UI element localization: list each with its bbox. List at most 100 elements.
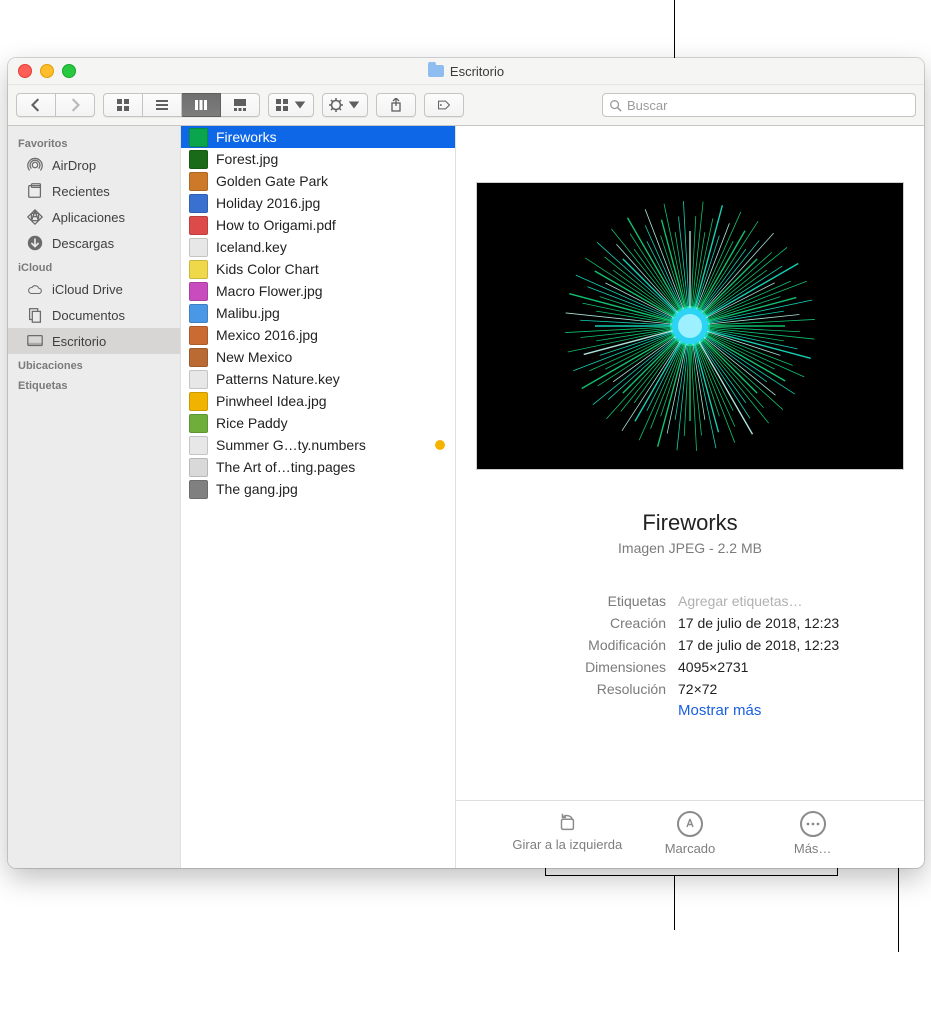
sidebar: FavoritosAirDrop Recientes AAplicaciones De… [8,126,181,868]
sidebar-item-recientes[interactable]: Recientes [8,178,180,204]
share-button[interactable] [376,93,416,117]
file-thumbnail-icon [189,348,208,367]
file-name: Iceland.key [216,239,287,255]
preview-thumbnail-area [456,126,924,470]
sidebar-header: Favoritos [8,132,180,152]
tags-button[interactable] [424,93,464,117]
sidebar-item-descargas[interactable]: Descargas [8,230,180,256]
file-thumbnail-icon [189,458,208,477]
file-thumbnail-icon [189,172,208,191]
file-row[interactable]: The Art of…ting.pages [181,456,455,478]
meta-label-created: Creación [466,612,666,634]
file-thumbnail-icon [189,436,208,455]
file-row[interactable]: Iceland.key [181,236,455,258]
file-row[interactable]: Macro Flower.jpg [181,280,455,302]
search-icon [609,99,622,112]
file-row[interactable]: Fireworks [181,126,455,148]
file-row[interactable]: Malibu.jpg [181,302,455,324]
downloads-icon [26,234,44,252]
search-field[interactable]: Buscar [602,93,916,117]
sidebar-item-label: Recientes [52,184,110,199]
cloud-icon [26,280,44,298]
sidebar-item-escritorio[interactable]: Escritorio [8,328,180,354]
sidebar-item-airdrop[interactable]: AirDrop [8,152,180,178]
window-title-text: Escritorio [450,64,504,79]
file-name: Patterns Nature.key [216,371,340,387]
file-name: The gang.jpg [216,481,298,497]
file-row[interactable]: Holiday 2016.jpg [181,192,455,214]
file-name: Kids Color Chart [216,261,319,277]
meta-value-created: 17 de julio de 2018, 12:23 [678,612,839,634]
file-name: The Art of…ting.pages [216,459,355,475]
rotate-left-action[interactable]: Girar a la izquierda [512,811,622,856]
meta-label-tags: Etiquetas [466,590,666,612]
sidebar-item-documentos[interactable]: Documentos [8,302,180,328]
file-row[interactable]: Patterns Nature.key [181,368,455,390]
desktop-icon [26,332,44,350]
rotate-left-label: Girar a la izquierda [512,837,622,852]
file-name: Fireworks [216,129,277,145]
meta-value-tags[interactable]: Agregar etiquetas… [678,590,803,612]
file-thumbnail-icon [189,480,208,499]
callout-line-bottom-v [674,875,675,930]
view-icon-button[interactable] [103,93,143,117]
file-row[interactable]: Kids Color Chart [181,258,455,280]
file-name: Rice Paddy [216,415,288,431]
toolbar: Buscar [8,85,924,126]
docs-icon [26,306,44,324]
file-row[interactable]: The gang.jpg [181,478,455,500]
file-thumbnail-icon [189,194,208,213]
meta-value-dimensions: 4095×2731 [678,656,748,678]
back-button[interactable] [16,93,56,117]
sidebar-header: iCloud [8,256,180,276]
file-row[interactable]: Rice Paddy [181,412,455,434]
sidebar-header: Etiquetas [8,374,180,394]
file-row[interactable]: Mexico 2016.jpg [181,324,455,346]
file-row[interactable]: Golden Gate Park [181,170,455,192]
callout-line-bottom-h [545,875,838,876]
view-list-button[interactable] [143,93,182,117]
file-thumbnail-icon [189,414,208,433]
view-columns-button[interactable] [182,93,221,117]
file-thumbnail-icon [189,392,208,411]
file-thumbnail-icon [189,304,208,323]
file-thumbnail-icon [189,238,208,257]
action-button[interactable] [322,93,368,117]
file-row[interactable]: New Mexico [181,346,455,368]
titlebar: Escritorio [8,58,924,85]
file-row[interactable]: Forest.jpg [181,148,455,170]
callout-line-top [674,0,675,58]
file-row[interactable]: How to Origami.pdf [181,214,455,236]
file-name: New Mexico [216,349,292,365]
forward-button[interactable] [56,93,95,117]
file-name: Forest.jpg [216,151,278,167]
file-list: Fireworks Forest.jpg Golden Gate Park Holid… [181,126,456,868]
file-thumbnail-icon [189,150,208,169]
markup-icon [677,811,703,837]
preview-metadata: Etiquetas Agregar etiquetas… Creación 17… [456,590,924,719]
file-name: Holiday 2016.jpg [216,195,320,211]
view-gallery-button[interactable] [221,93,260,117]
folder-icon [428,65,444,77]
meta-label-modified: Modificación [466,634,666,656]
file-name: How to Origami.pdf [216,217,336,233]
more-action[interactable]: Más… [758,811,868,856]
show-more-link[interactable]: Mostrar más [466,702,904,719]
arrange-button[interactable] [268,93,314,117]
markup-action[interactable]: Marcado [635,811,745,856]
sidebar-item-label: Documentos [52,308,125,323]
sidebar-item-label: Escritorio [52,334,106,349]
sidebar-item-label: Descargas [52,236,114,251]
file-thumbnail-icon [189,326,208,345]
tag-dot-icon [435,440,445,450]
meta-value-resolution: 72×72 [678,678,717,700]
file-row[interactable]: Pinwheel Idea.jpg [181,390,455,412]
sidebar-item-label: Aplicaciones [52,210,125,225]
preview-subtitle: Imagen JPEG - 2.2 MB [456,540,924,556]
file-row[interactable]: Summer G…ty.numbers [181,434,455,456]
sidebar-item-icloud-drive[interactable]: iCloud Drive [8,276,180,302]
sidebar-item-aplicaciones[interactable]: AAplicaciones [8,204,180,230]
file-name: Summer G…ty.numbers [216,437,366,453]
sidebar-header: Ubicaciones [8,354,180,374]
more-label: Más… [794,841,832,856]
